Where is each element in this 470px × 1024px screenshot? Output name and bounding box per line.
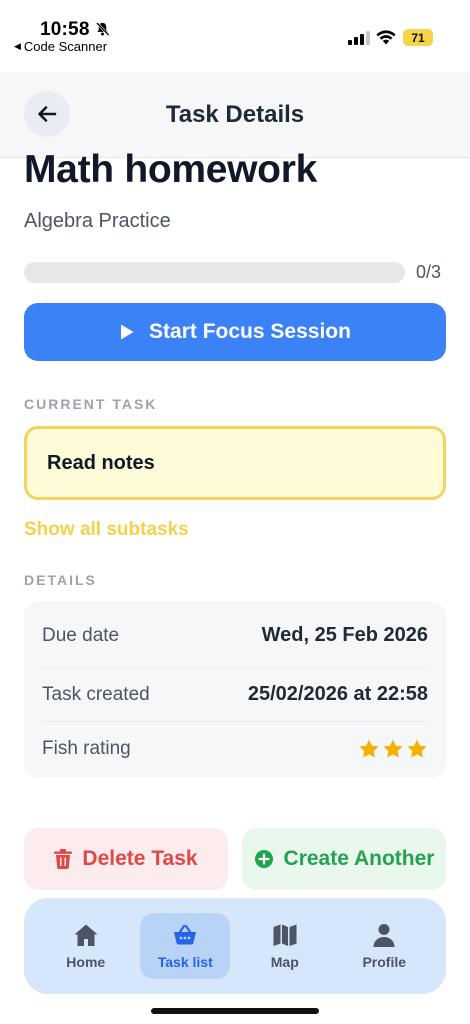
task-subtitle: Algebra Practice — [24, 210, 171, 232]
show-all-subtasks-link[interactable]: Show all subtasks — [24, 519, 189, 541]
map-icon — [273, 924, 297, 946]
detail-row-fish-rating: Fish rating — [42, 722, 428, 776]
home-indicator — [151, 1008, 319, 1014]
nav-label-task-list: Task list — [157, 954, 213, 970]
current-task-card[interactable]: Read notes — [24, 426, 446, 500]
back-app-label: Code Scanner — [23, 39, 108, 54]
progress-bar — [24, 262, 405, 283]
bottom-nav: Home Task list Map Profile — [24, 898, 446, 994]
star-icon — [407, 739, 427, 758]
nav-label-map: Map — [270, 954, 299, 970]
due-date-value: Wed, 25 Feb 2026 — [261, 624, 428, 646]
current-task-text: Read notes — [47, 451, 155, 474]
progress-count: 0/3 — [416, 262, 442, 282]
star-icon — [359, 739, 379, 758]
due-date-label: Due date — [42, 624, 120, 646]
create-another-button[interactable]: Create Another — [242, 828, 446, 890]
details-heading: DETAILS — [24, 572, 97, 588]
plus-circle-icon — [254, 850, 273, 868]
status-bar: 10:58 ◀ Code Scanner 71 — [0, 0, 470, 72]
battery-indicator: 71 — [403, 29, 433, 46]
nav-item-home[interactable]: Home — [41, 913, 131, 979]
details-card: Due date Wed, 25 Feb 2026 Task created 2… — [24, 602, 446, 778]
nav-label-profile: Profile — [362, 954, 407, 970]
current-task-heading: CURRENT TASK — [24, 396, 158, 412]
delete-task-label: Delete Task — [82, 847, 198, 870]
basket-icon — [174, 924, 197, 945]
nav-item-profile[interactable]: Profile — [339, 913, 429, 979]
nav-label-home: Home — [66, 954, 106, 970]
back-to-app-link[interactable]: ◀ Code Scanner — [14, 39, 107, 54]
task-created-label: Task created — [42, 683, 150, 705]
trash-icon — [54, 849, 73, 869]
back-triangle-icon: ◀ — [14, 41, 21, 51]
fish-rating-label: Fish rating — [42, 738, 131, 759]
bell-slash-icon — [95, 22, 110, 36]
start-focus-session-button[interactable]: Start Focus Session — [24, 303, 446, 361]
status-time: 10:58 — [40, 19, 90, 40]
page-title: Task Details — [165, 101, 305, 128]
start-focus-session-label: Start Focus Session — [149, 320, 351, 343]
nav-item-map[interactable]: Map — [240, 913, 330, 979]
task-created-value: 25/02/2026 at 22:58 — [247, 683, 428, 705]
cellular-signal-icon — [348, 31, 370, 45]
star-icon — [383, 739, 403, 758]
home-icon — [74, 924, 98, 946]
delete-task-button[interactable]: Delete Task — [24, 828, 228, 890]
create-another-label: Create Another — [283, 847, 435, 870]
fish-rating-stars — [358, 738, 428, 760]
play-icon — [121, 324, 134, 340]
nav-item-task-list[interactable]: Task list — [140, 913, 231, 979]
detail-row-task-created: Task created 25/02/2026 at 22:58 — [42, 668, 428, 722]
wifi-icon — [376, 30, 396, 45]
person-icon — [373, 924, 395, 947]
task-title: Math homework — [24, 148, 317, 191]
detail-row-due-date: Due date Wed, 25 Feb 2026 — [42, 602, 428, 668]
top-bar: Task Details — [0, 72, 470, 158]
